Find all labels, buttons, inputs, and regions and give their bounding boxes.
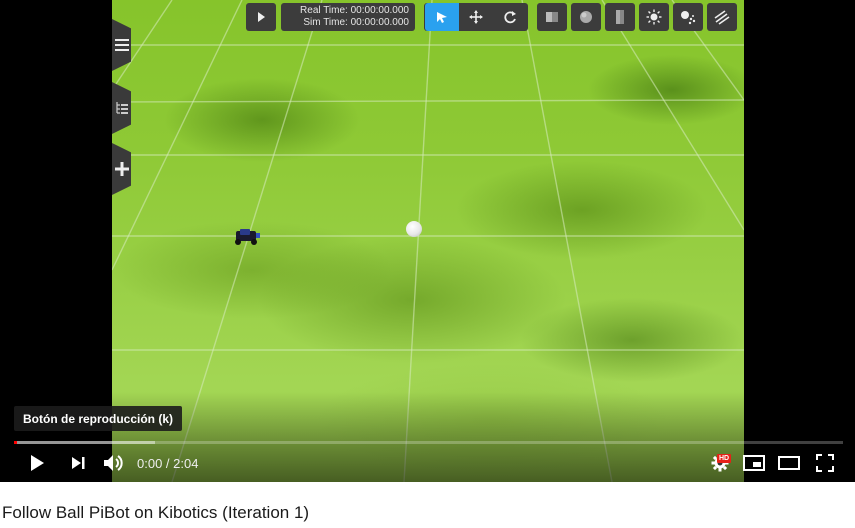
hamburger-icon [114, 39, 129, 51]
rotate-mode-button[interactable] [493, 3, 527, 31]
sim-time-readout: Sim Time: 00:00:00.000 [303, 17, 409, 28]
cylinder-icon [616, 10, 624, 24]
sim-play-button[interactable] [246, 3, 276, 31]
sphere-icon [580, 11, 592, 23]
select-mode-button[interactable] [425, 3, 459, 31]
insert-spot-light-button[interactable] [673, 3, 703, 31]
video-player[interactable]: Real Time: 00:00:00.000 Sim Time: 00:00:… [0, 0, 855, 482]
pibot-robot [235, 229, 260, 245]
insert-cylinder-button[interactable] [605, 3, 635, 31]
play-icon [31, 455, 44, 471]
play-icon [258, 12, 265, 22]
spot-light-icon [681, 11, 696, 25]
volume-icon [104, 455, 123, 471]
real-time-readout: Real Time: 00:00:00.000 [300, 5, 409, 16]
select-arrow-icon [437, 12, 447, 23]
fullscreen-button[interactable] [813, 450, 837, 476]
video-title: Follow Ball PiBot on Kibotics (Iteration… [2, 503, 310, 522]
time-display: 0:00 / 2:04 [137, 455, 199, 471]
translate-icon [469, 10, 483, 24]
plus-icon [114, 162, 129, 176]
progress-bar[interactable] [14, 441, 843, 444]
white-ball [406, 221, 422, 237]
insert-point-light-button[interactable] [639, 3, 669, 31]
progress-buffered [14, 441, 155, 444]
volume-button[interactable] [102, 450, 126, 476]
hd-badge: HD [717, 454, 732, 463]
skip-next-icon [72, 457, 85, 469]
play-button-tooltip: Botón de reproducción (k) [14, 406, 182, 431]
manipulation-mode-group [424, 3, 528, 31]
insert-sphere-button[interactable] [571, 3, 601, 31]
miniplayer-icon [743, 455, 765, 471]
sim-time-display: Real Time: 00:00:00.000 Sim Time: 00:00:… [281, 3, 415, 31]
insert-box-button[interactable] [537, 3, 567, 31]
miniplayer-button[interactable] [742, 450, 766, 476]
progress-played [14, 441, 17, 444]
next-button[interactable] [67, 450, 89, 476]
insert-directional-light-button[interactable] [707, 3, 737, 31]
tree-icon [115, 102, 128, 114]
theater-icon [778, 456, 800, 470]
directional-light-icon [714, 10, 730, 25]
box-icon [546, 12, 558, 22]
rotate-icon [504, 11, 516, 24]
theater-mode-button[interactable] [777, 450, 801, 476]
fullscreen-icon [816, 454, 834, 472]
point-light-icon [646, 9, 662, 25]
translate-mode-button[interactable] [459, 3, 493, 31]
play-button[interactable] [26, 450, 48, 476]
